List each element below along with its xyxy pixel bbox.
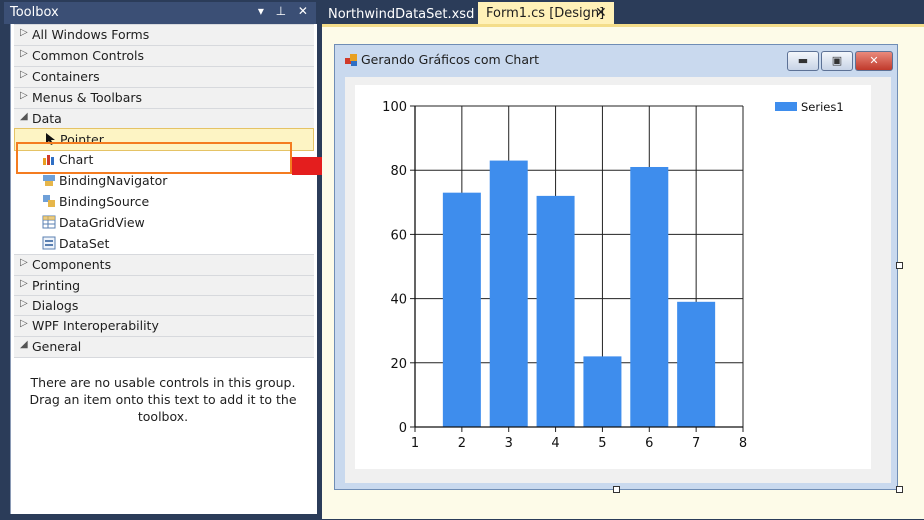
expand-arrow-icon: ▷ [20,278,28,289]
resize-handle[interactable] [896,262,903,269]
form-icon [345,54,357,66]
chart-control[interactable]: 0 20 40 60 80 100 1 2 3 4 5 6 7 8 Series1 [355,85,871,469]
category-label: All Windows Forms [32,27,150,42]
form-client-area: 0 20 40 60 80 100 1 2 3 4 5 6 7 8 Series1 [345,77,891,483]
chart-highlight-box [16,142,292,174]
form-title: Gerando Gráficos com Chart [361,52,540,67]
toolbox-header: Toolbox ▾ ⊥ ✕ [4,2,316,24]
category-label: Data [32,111,62,126]
x-tick-label: 6 [645,436,653,451]
category-common-controls[interactable]: ▷ Common Controls [14,45,314,67]
toolbox-item-label: DataSet [59,236,110,251]
category-label: Menus & Toolbars [32,90,143,105]
close-icon[interactable]: ✕ [595,5,607,21]
category-label: Dialogs [32,298,79,313]
toolbox-header-buttons[interactable]: ▾ ⊥ ✕ [258,4,312,18]
toolbox-item-dataset[interactable]: DataSet [14,233,314,254]
category-components[interactable]: ▷ Components [14,254,314,276]
category-label: Components [32,257,112,272]
category-label: Printing [32,278,81,293]
x-tick-label: 3 [505,436,513,451]
y-tick-label: 20 [390,357,407,372]
category-label: General [32,339,82,354]
bar-chart: 0 20 40 60 80 100 1 2 3 4 5 6 7 8 Series1 [382,100,844,451]
expand-arrow-icon: ▷ [20,27,28,38]
toolbox-body: ▷ All Windows Forms ▷ Common Controls ▷ … [10,24,317,514]
y-tick-label: 40 [390,293,407,308]
toolbox-item-datagridview[interactable]: DataGridView [14,212,314,233]
bar [583,356,622,427]
category-dialogs[interactable]: ▷ Dialogs [14,295,314,317]
bar [536,195,575,427]
expand-arrow-icon: ▷ [20,90,28,101]
close-button[interactable]: ✕ [855,51,893,71]
category-printing[interactable]: ▷ Printing [14,275,314,297]
y-tick-label: 0 [399,421,407,436]
binding-source-icon [43,195,55,207]
expand-arrow-icon: ▷ [20,48,28,59]
bar [677,301,716,427]
toolbox-item-bindingsource[interactable]: BindingSource [14,191,314,212]
y-tick-label: 60 [390,228,407,243]
toolbox-item-label: BindingNavigator [59,173,168,188]
maximize-button[interactable]: ▣ [821,51,853,71]
x-tick-label: 1 [411,436,419,451]
bar [630,166,669,428]
x-tick-label: 7 [692,436,700,451]
y-tick-label: 80 [390,164,407,179]
x-tick-label: 5 [598,436,606,451]
category-label: Containers [32,69,100,84]
category-general[interactable]: ◢ General [14,336,314,358]
collapse-arrow-icon: ◢ [20,339,28,350]
minimize-button[interactable]: ▬ [787,51,819,71]
toolbox-panel: Toolbox ▾ ⊥ ✕ ▷ All Windows Forms ▷ Comm… [0,0,318,520]
tab-label: Form1.cs [Design] [486,6,605,21]
expand-arrow-icon: ▷ [20,318,28,329]
category-all-windows-forms[interactable]: ▷ All Windows Forms [14,24,314,46]
bar [442,192,481,427]
general-empty-message: There are no usable controls in this gro… [29,375,297,424]
form-window[interactable]: Gerando Gráficos com Chart ▬ ▣ ✕ 0 20 40 60… [334,44,898,490]
binding-navigator-icon [43,175,55,186]
expand-arrow-icon: ▷ [20,257,28,268]
collapse-arrow-icon: ◢ [20,111,28,122]
resize-handle[interactable] [613,486,620,493]
x-tick-label: 4 [551,436,559,451]
toolbox-item-label: BindingSource [59,194,150,209]
y-tick-label: 100 [382,100,407,115]
resize-handle[interactable] [896,486,903,493]
category-label: Common Controls [32,48,144,63]
tab-northwind-dataset[interactable]: NorthwindDataSet.xsd [322,3,475,25]
category-containers[interactable]: ▷ Containers [14,66,314,88]
tab-label: NorthwindDataSet.xsd [328,7,475,22]
x-tick-label: 2 [458,436,466,451]
legend-label: Series1 [801,100,844,114]
tab-form1-design[interactable]: Form1.cs [Design] ✕ [478,2,614,26]
category-label: WPF Interoperability [32,318,159,333]
legend-swatch [775,102,797,111]
toolbox-title: Toolbox [10,5,59,20]
expand-arrow-icon: ▷ [20,298,28,309]
bar [489,160,528,427]
dataset-icon [42,236,56,250]
datagridview-icon [42,215,56,229]
category-menus-toolbars[interactable]: ▷ Menus & Toolbars [14,87,314,109]
x-tick-label: 8 [739,436,747,451]
category-wpf-interoperability[interactable]: ▷ WPF Interoperability [14,315,314,337]
expand-arrow-icon: ▷ [20,69,28,80]
category-data[interactable]: ◢ Data [14,108,314,130]
toolbox-item-label: DataGridView [59,215,145,230]
